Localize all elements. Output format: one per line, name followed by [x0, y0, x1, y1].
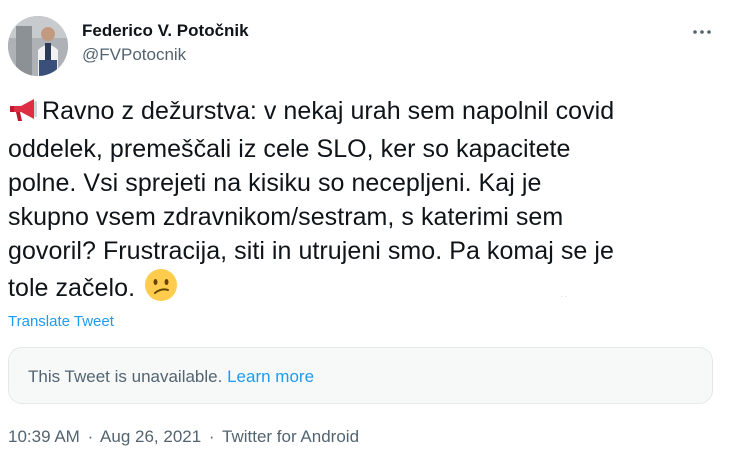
author-display-name[interactable]: Federico V. Potočnik	[82, 20, 249, 42]
meta-separator: ·	[87, 427, 94, 446]
confused-face-icon	[144, 268, 178, 311]
more-options-button[interactable]	[685, 20, 719, 44]
tweet-source[interactable]: Twitter for Android	[222, 427, 359, 446]
tweet: Federico V. Potočnik @FVPotocnik Ravno z…	[0, 0, 729, 456]
quoted-tweet-unavailable-card: This Tweet is unavailable. Learn more	[8, 347, 713, 404]
more-horizontal-icon	[693, 30, 711, 34]
decorative-dots: ··	[560, 292, 570, 301]
tweet-text: Ravno z dežurstva: v nekaj urah sem napo…	[8, 97, 615, 302]
meta-separator: ·	[208, 427, 215, 446]
tweet-body: Ravno z dežurstva: v nekaj urah sem napo…	[8, 94, 713, 311]
learn-more-link[interactable]: Learn more	[227, 367, 314, 386]
tweet-metadata: 10:39 AM · Aug 26, 2021 · Twitter for An…	[8, 427, 359, 447]
avatar-photo	[8, 16, 68, 76]
unavailable-message: This Tweet is unavailable.	[28, 367, 223, 386]
avatar[interactable]	[8, 16, 68, 76]
tweet-time[interactable]: 10:39 AM	[8, 427, 80, 446]
tweet-date[interactable]: Aug 26, 2021	[100, 427, 201, 446]
translate-tweet-link[interactable]: Translate Tweet	[8, 313, 114, 330]
megaphone-icon	[8, 97, 40, 132]
author-handle[interactable]: @FVPotocnik	[82, 44, 249, 66]
author-block[interactable]: Federico V. Potočnik @FVPotocnik	[82, 20, 249, 66]
